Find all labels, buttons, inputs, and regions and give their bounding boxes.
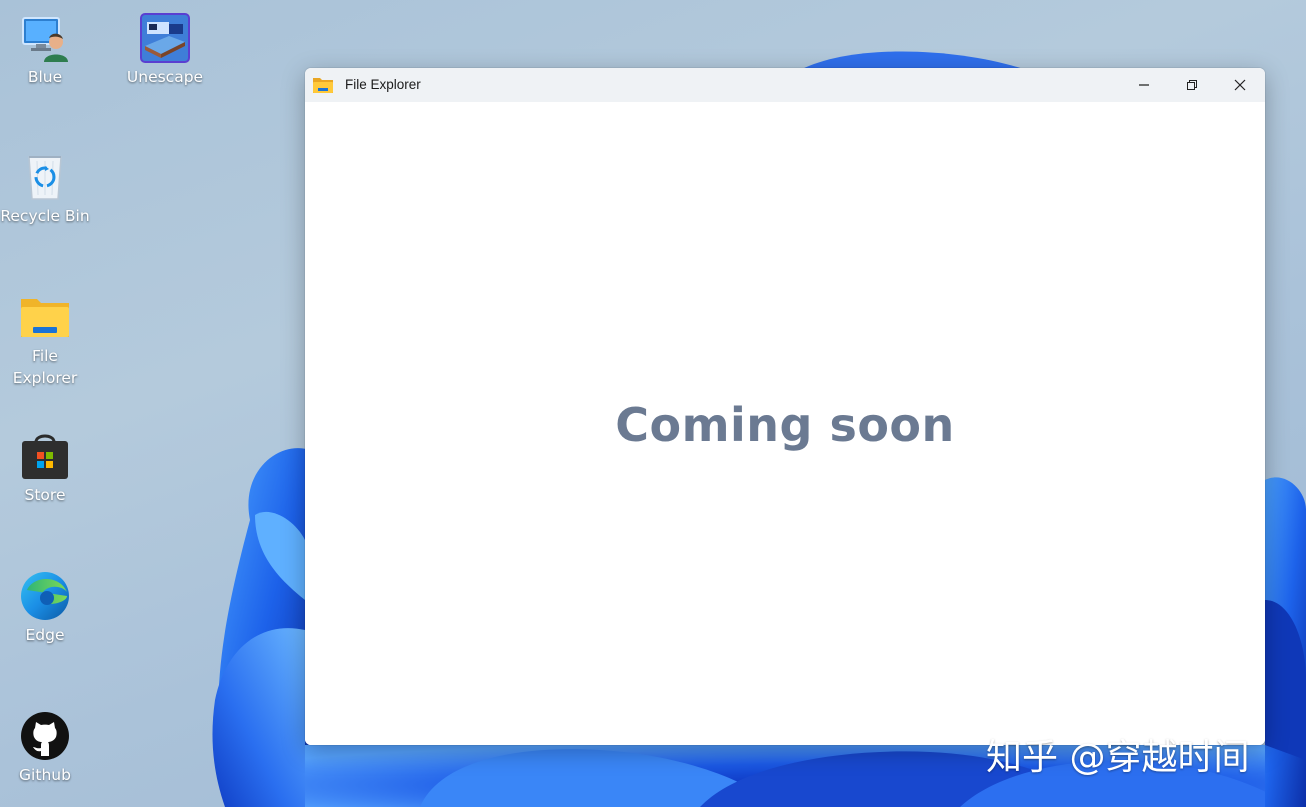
github-icon <box>21 712 69 760</box>
folder-icon <box>21 299 69 337</box>
desktop-icon-label: Edge <box>25 626 65 644</box>
desktop-icon-store[interactable]: Store <box>0 430 90 506</box>
desktop-icon-label: Unescape <box>126 68 204 86</box>
desktop-icon-recycle-bin[interactable]: Recycle Bin <box>0 151 90 227</box>
desktop-icon-github[interactable]: Github <box>0 710 90 786</box>
close-icon <box>1234 79 1246 91</box>
desktop-icon-label: Store <box>24 486 66 504</box>
desktop-icon-edge[interactable]: Edge <box>0 570 90 646</box>
desktop-icon-file-explorer[interactable]: File Explorer <box>0 291 90 389</box>
coming-soon-text: Coming soon <box>615 398 955 452</box>
folder-icon <box>313 78 333 93</box>
watermark-text: 知乎 @穿越时间 <box>986 737 1250 778</box>
desktop-icon-label: Blue <box>27 68 63 86</box>
desktop-icon-blue[interactable]: Blue <box>0 12 90 88</box>
file-explorer-window: File Explorer Coming soon <box>305 68 1265 745</box>
edge-browser-icon <box>21 572 69 620</box>
window-title: File Explorer <box>345 77 421 92</box>
desktop-icon-label: Recycle Bin <box>0 207 90 225</box>
desktop-icon-unescape[interactable]: Unescape <box>120 12 210 88</box>
user-computer-icon <box>22 17 68 62</box>
recycle-bin-icon <box>28 156 62 200</box>
store-bag-icon <box>22 434 68 479</box>
minimize-button[interactable] <box>1121 68 1167 102</box>
desktop-icon-label: Github <box>19 766 71 784</box>
window-titlebar[interactable]: File Explorer <box>305 68 1265 102</box>
minimize-icon <box>1139 84 1149 86</box>
close-button[interactable] <box>1217 68 1263 102</box>
restore-button[interactable] <box>1169 68 1215 102</box>
game-room-icon <box>140 13 190 63</box>
desktop-icon-label: File Explorer <box>12 347 78 387</box>
desktop: Blue Unescape Recycle Bin File Explorer … <box>0 0 1306 807</box>
window-content: Coming soon <box>305 102 1265 745</box>
restore-icon <box>1187 80 1197 90</box>
